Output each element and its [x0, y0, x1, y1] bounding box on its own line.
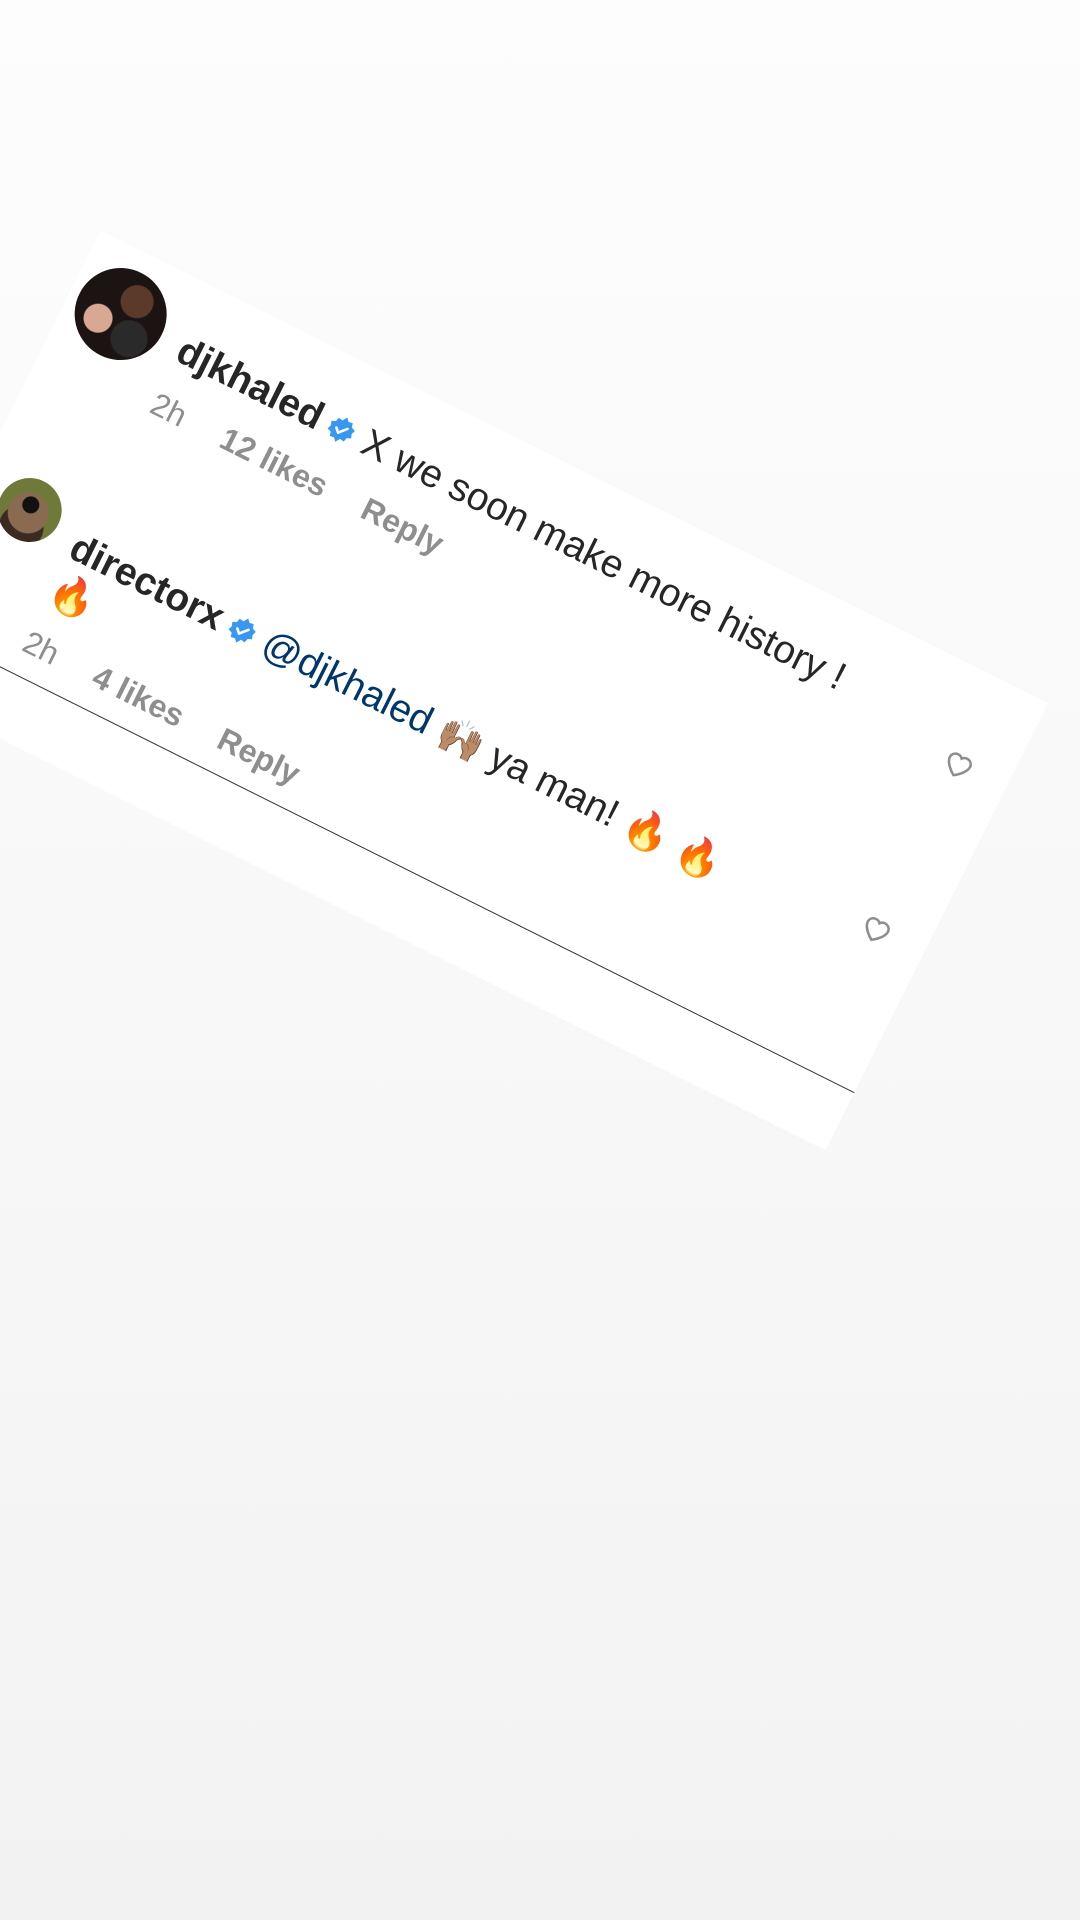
comment-time: 2h	[17, 623, 66, 672]
avatar[interactable]	[58, 252, 183, 376]
avatar[interactable]	[0, 467, 73, 553]
verified-badge-icon	[327, 417, 356, 442]
comments-card: djkhaledX we soon make more history ! 2h…	[0, 230, 1049, 1151]
heart-outline-icon[interactable]	[854, 906, 900, 952]
heart-outline-icon[interactable]	[936, 742, 982, 788]
verified-badge-icon	[228, 618, 256, 643]
comment-time: 2h	[144, 385, 193, 434]
